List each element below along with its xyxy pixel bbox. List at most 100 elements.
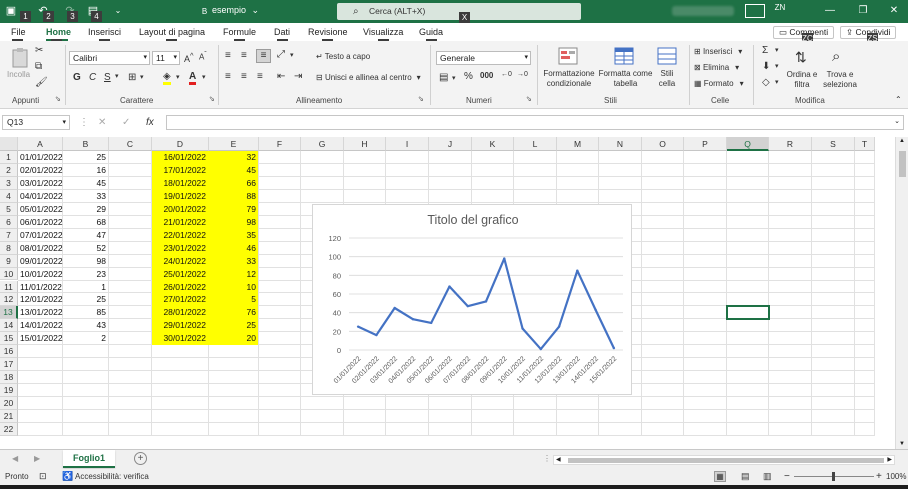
autosave-icon[interactable]: ▣ — [4, 4, 18, 18]
collapse-ribbon-icon[interactable]: ⌃ — [895, 95, 902, 104]
zoom-out-button[interactable]: − — [784, 471, 790, 482]
row-header-10[interactable]: 10 — [0, 267, 18, 281]
align-right-icon[interactable]: ≡ — [257, 71, 263, 82]
cell-d15[interactable]: 30/01/2022 — [154, 332, 206, 345]
zoom-slider-thumb[interactable] — [832, 472, 835, 481]
row-header-20[interactable]: 20 — [0, 397, 18, 410]
customize-qa-icon[interactable]: ⌄ — [111, 4, 125, 18]
conditional-formatting-icon[interactable] — [558, 47, 580, 67]
align-middle-icon[interactable]: ≡ — [241, 50, 247, 61]
data-point[interactable] — [448, 285, 451, 288]
cell-d3[interactable]: 18/01/2022 — [154, 177, 206, 190]
cell-e3[interactable]: 66 — [211, 177, 256, 190]
delete-cells-button[interactable]: ⊠ Elimina ▾ — [694, 63, 739, 72]
cell-d13[interactable]: 28/01/2022 — [154, 306, 206, 319]
chevron-down-icon[interactable]: ▾ — [176, 73, 180, 81]
vertical-scrollbar[interactable]: ▲ ▼ — [895, 137, 908, 449]
data-point[interactable] — [411, 318, 415, 321]
chevron-down-icon[interactable]: ▾ — [290, 51, 294, 59]
data-point[interactable] — [375, 333, 378, 337]
row-header-17[interactable]: 17 — [0, 358, 18, 372]
tab-formulas[interactable]: Formule — [223, 27, 256, 37]
cancel-icon[interactable]: ✕ — [98, 117, 106, 128]
cell-a4[interactable]: 04/01/2022 — [20, 190, 63, 203]
scroll-right-icon[interactable]: ▶ — [887, 456, 892, 463]
tab-help[interactable]: Guida — [419, 27, 443, 37]
cell-e12[interactable]: 5 — [211, 293, 256, 306]
cell-a14[interactable]: 14/01/2022 — [20, 319, 63, 332]
chevron-down-icon[interactable]: ▾ — [140, 73, 144, 81]
more-options-icon[interactable]: ⋮ — [543, 454, 551, 463]
column-header-d[interactable]: D — [152, 137, 209, 151]
sheet-tab-foglio1[interactable]: Foglio1 — [63, 450, 115, 468]
series-line[interactable] — [357, 257, 615, 351]
cell-d9[interactable]: 24/01/2022 — [154, 255, 206, 268]
cell-a7[interactable]: 07/01/2022 — [20, 229, 63, 242]
macro-record-icon[interactable]: ⊡ — [39, 471, 47, 482]
data-point[interactable] — [612, 346, 616, 350]
format-painter-icon[interactable]: 🖌 — [35, 77, 48, 88]
cell-d10[interactable]: 25/01/2022 — [154, 268, 206, 281]
row-header-5[interactable]: 5 — [0, 202, 18, 216]
cell-e5[interactable]: 79 — [211, 203, 256, 216]
accessibility-icon[interactable]: ♿ — [62, 471, 73, 482]
name-box[interactable]: Q13 ▾ — [2, 115, 70, 130]
chevron-down-icon[interactable]: ▾ — [775, 62, 779, 70]
cell-b3[interactable]: 45 — [65, 177, 106, 190]
increase-font-icon[interactable]: A^ — [184, 51, 194, 64]
tab-data[interactable]: Dati — [274, 27, 290, 37]
formula-input[interactable]: ⌄ — [166, 115, 904, 130]
chevron-down-icon[interactable]: ▾ — [775, 46, 779, 54]
minimize-icon[interactable]: — — [822, 3, 838, 19]
cell-b4[interactable]: 33 — [65, 190, 106, 203]
tab-review[interactable]: Revisione — [308, 27, 348, 37]
underline-button[interactable]: S — [104, 72, 111, 83]
chevron-down-icon[interactable]: ▾ — [202, 73, 206, 81]
row-header-7[interactable]: 7 — [0, 228, 18, 242]
add-sheet-button[interactable]: + — [134, 452, 147, 465]
align-left-icon[interactable]: ≡ — [225, 71, 231, 82]
format-as-table-icon[interactable] — [614, 47, 636, 67]
column-header-o[interactable]: O — [642, 137, 684, 151]
column-header-f[interactable]: F — [259, 137, 301, 151]
tab-file[interactable]: File — [11, 27, 26, 37]
cell-a2[interactable]: 02/01/2022 — [20, 164, 63, 177]
row-header-21[interactable]: 21 — [0, 410, 18, 423]
column-header-h[interactable]: H — [344, 137, 386, 151]
cell-e10[interactable]: 12 — [211, 268, 256, 281]
cell-d2[interactable]: 17/01/2022 — [154, 164, 206, 177]
column-header-j[interactable]: J — [429, 137, 472, 151]
cell-d11[interactable]: 26/01/2022 — [154, 281, 206, 294]
column-header-k[interactable]: K — [472, 137, 514, 151]
row-header-4[interactable]: 4 — [0, 189, 18, 203]
cut-icon[interactable]: ✂ — [35, 45, 43, 56]
column-header-p[interactable]: P — [684, 137, 727, 151]
scroll-up-icon[interactable]: ▲ — [899, 138, 905, 144]
row-header-14[interactable]: 14 — [0, 319, 18, 333]
row-header-15[interactable]: 15 — [0, 332, 18, 346]
row-header-6[interactable]: 6 — [0, 215, 18, 229]
cell-a13[interactable]: 13/01/2022 — [20, 306, 63, 319]
horizontal-scrollbar[interactable]: ◀ ▶ — [553, 455, 895, 465]
column-header-t[interactable]: T — [855, 137, 875, 151]
data-point[interactable] — [576, 269, 579, 272]
active-cell-q13[interactable] — [726, 305, 770, 321]
font-size-select[interactable]: 11 ▾ — [152, 51, 180, 65]
sort-filter-icon[interactable]: ⇅ — [795, 49, 807, 66]
increase-decimal-icon[interactable]: ←0 — [501, 71, 512, 78]
cell-a10[interactable]: 10/01/2022 — [20, 268, 63, 281]
chevron-down-icon[interactable]: ▾ — [115, 72, 119, 80]
line-chart[interactable]: Titolo del grafico 0 20 40 60 80 100 120 01/01/… — [312, 204, 632, 395]
cell-e15[interactable]: 20 — [211, 332, 256, 345]
cell-e8[interactable]: 46 — [211, 242, 256, 255]
chevron-down-icon[interactable]: ▾ — [452, 74, 456, 82]
number-format-select[interactable]: Generale ▾ — [436, 51, 531, 65]
zoom-slider[interactable] — [794, 472, 874, 481]
column-header-c[interactable]: C — [109, 137, 152, 151]
conditional-formatting-label[interactable]: Formattazione condizionale — [542, 69, 596, 89]
cell-styles-label[interactable]: Stili cella — [652, 69, 682, 89]
accounting-icon[interactable]: ▤ — [439, 72, 448, 83]
column-header-e[interactable]: E — [209, 137, 259, 151]
data-point[interactable] — [466, 304, 469, 308]
cell-b9[interactable]: 98 — [65, 255, 106, 268]
